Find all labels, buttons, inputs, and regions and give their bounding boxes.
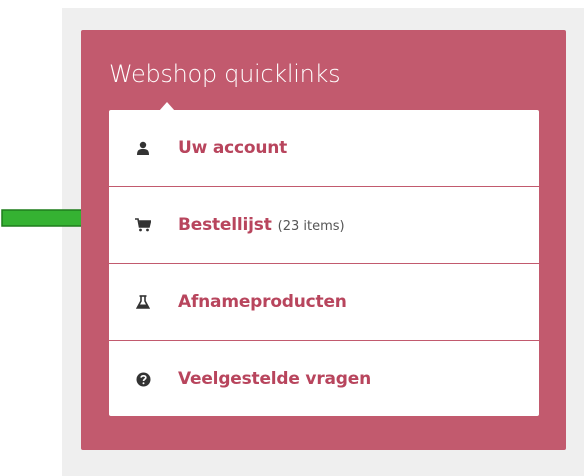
quicklinks-list: Uw account Bestellijst (23 items) Afname… <box>109 110 539 416</box>
webshop-quicklinks-panel: Webshop quicklinks Uw account Bestellijs… <box>81 30 566 450</box>
quicklink-afnameproducten[interactable]: Afnameproducten <box>109 264 539 340</box>
quicklink-label: Afnameproducten <box>178 292 347 312</box>
quicklink-uw-account[interactable]: Uw account <box>109 110 539 186</box>
panel-title: Webshop quicklinks <box>109 60 341 88</box>
question-circle-icon <box>135 371 151 387</box>
cart-icon <box>135 217 151 233</box>
flask-icon <box>135 294 151 310</box>
user-icon <box>135 140 151 156</box>
quicklink-label: Uw account <box>178 138 288 158</box>
item-count: (23 items) <box>277 219 345 234</box>
quicklink-label: Bestellijst <box>178 215 272 235</box>
quicklink-label: Veelgestelde vragen <box>178 369 371 389</box>
quicklink-bestellijst[interactable]: Bestellijst (23 items) <box>109 187 539 263</box>
quicklink-veelgestelde-vragen[interactable]: Veelgestelde vragen <box>109 341 539 417</box>
